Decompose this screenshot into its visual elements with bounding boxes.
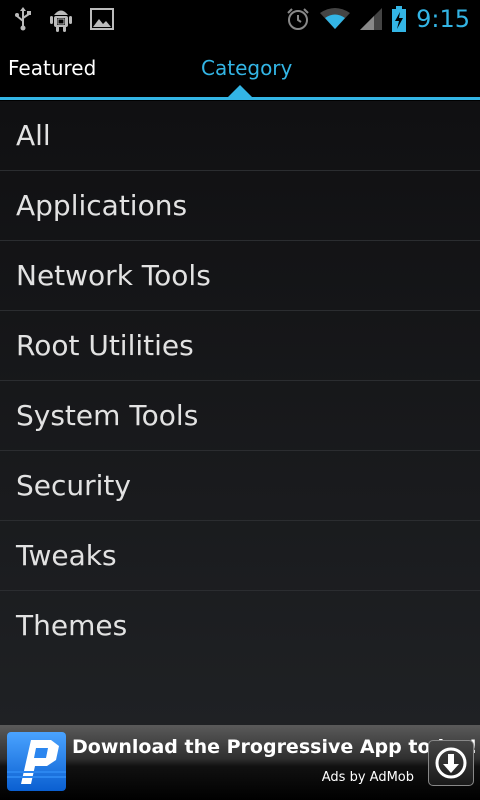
list-item-label: Security (16, 469, 131, 502)
usb-icon (14, 7, 32, 31)
android-debug-icon (50, 6, 72, 32)
tab-underline (0, 97, 480, 100)
list-item-label: Network Tools (16, 259, 211, 292)
status-bar: 9:15 (0, 0, 480, 38)
list-item-all[interactable]: All (0, 101, 480, 171)
ad-banner[interactable]: Download the Progressive App today! Ads … (0, 725, 480, 800)
ad-title: Download the Progressive App today! (72, 736, 478, 758)
list-item-network-tools[interactable]: Network Tools (0, 241, 480, 311)
status-clock: 9:15 (416, 5, 470, 33)
tab-featured[interactable]: Featured (8, 56, 96, 80)
alarm-icon (286, 7, 310, 31)
tab-category[interactable]: Category (201, 56, 292, 80)
progressive-logo-icon (7, 732, 66, 791)
list-item-label: Tweaks (16, 539, 117, 572)
list-item-label: System Tools (16, 399, 199, 432)
app-screen: 9:15 Featured Category All Applications … (0, 0, 480, 800)
download-arrow-icon (435, 747, 467, 779)
list-item-system-tools[interactable]: System Tools (0, 381, 480, 451)
battery-charging-icon (392, 6, 407, 32)
ad-attribution: Ads by AdMob (321, 770, 414, 785)
category-list: All Applications Network Tools Root Util… (0, 101, 480, 725)
list-item-applications[interactable]: Applications (0, 171, 480, 241)
list-item-tweaks[interactable]: Tweaks (0, 521, 480, 591)
download-button[interactable] (428, 740, 474, 786)
selected-tab-indicator (228, 85, 252, 97)
tab-bar: Featured Category (0, 38, 480, 100)
list-item-label: Themes (16, 609, 128, 642)
list-item-label: Applications (16, 189, 188, 222)
signal-icon (360, 8, 383, 30)
list-item-themes[interactable]: Themes (0, 591, 480, 660)
list-item-label: All (16, 119, 51, 152)
list-item-label: Root Utilities (16, 329, 194, 362)
list-item-root-utilities[interactable]: Root Utilities (0, 311, 480, 381)
image-icon (90, 8, 114, 30)
wifi-icon (320, 8, 351, 30)
list-item-security[interactable]: Security (0, 451, 480, 521)
